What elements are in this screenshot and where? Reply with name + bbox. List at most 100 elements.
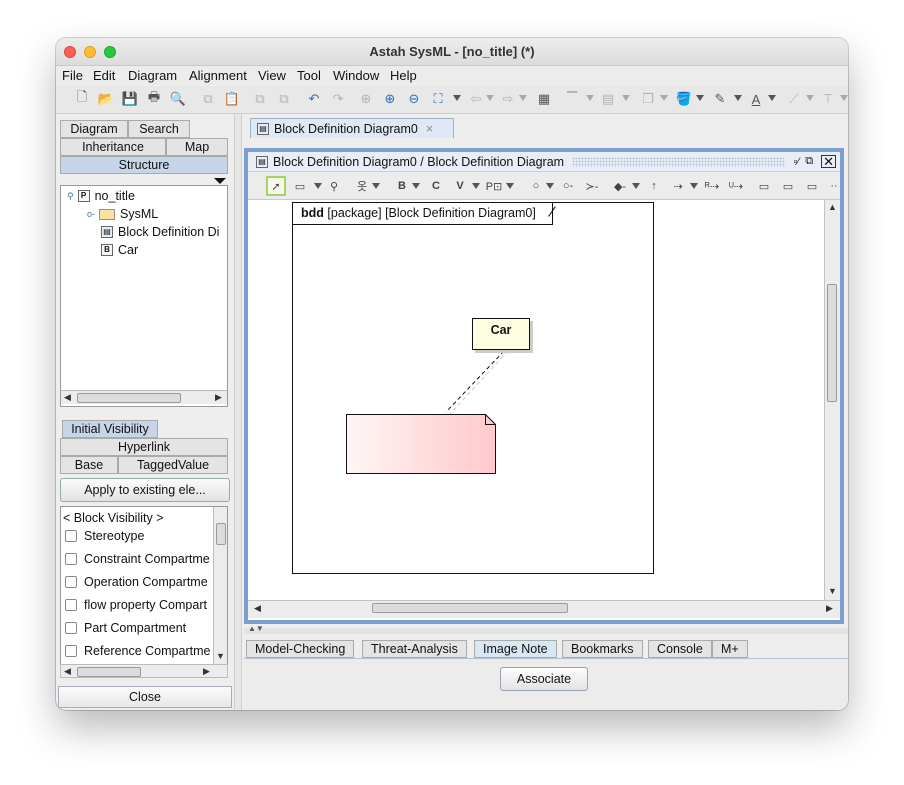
- canvas-vertical-scrollbar[interactable]: ▲ ▼: [824, 200, 840, 600]
- tab-bookmarks[interactable]: Bookmarks: [562, 640, 643, 658]
- line-style-dropdown-icon[interactable]: [806, 95, 814, 101]
- checkbox[interactable]: [65, 599, 77, 611]
- arrange-icon[interactable]: ❐: [638, 89, 658, 109]
- save-icon[interactable]: 💾: [120, 89, 140, 109]
- visibility-vertical-scrollbar[interactable]: ▼: [213, 507, 227, 665]
- more-tools-icon[interactable]: ··: [824, 176, 844, 196]
- vertical-splitter[interactable]: [234, 114, 242, 710]
- composition-dropdown-icon[interactable]: [632, 183, 640, 189]
- align-top-icon[interactable]: ▔: [562, 89, 582, 109]
- scroll-left-icon[interactable]: ◀: [254, 603, 261, 614]
- composition-tool-icon[interactable]: ◆-: [610, 176, 630, 196]
- scroll-thumb[interactable]: [827, 284, 837, 402]
- fit-dropdown-icon[interactable]: [453, 95, 461, 101]
- collapse-handle-icon[interactable]: ⚲: [67, 191, 74, 202]
- checkbox[interactable]: [65, 645, 77, 657]
- tree-node-sysml[interactable]: o- SysML: [87, 206, 158, 222]
- shape-tool-icon[interactable]: ▭: [802, 176, 822, 196]
- visibility-option-part[interactable]: Part Compartment: [65, 619, 186, 637]
- tab-search[interactable]: Search: [128, 120, 190, 138]
- associate-button[interactable]: Associate: [500, 667, 588, 691]
- tab-m-plus[interactable]: M+: [712, 640, 748, 658]
- align-top-dropdown-icon[interactable]: [586, 95, 594, 101]
- constraint-tool-icon[interactable]: C: [426, 176, 446, 196]
- value-type-tool-icon[interactable]: V: [450, 176, 470, 196]
- line-color-dropdown-icon[interactable]: [734, 95, 742, 101]
- checkbox[interactable]: [65, 530, 77, 542]
- scroll-left-icon[interactable]: ◀: [64, 666, 71, 677]
- menu-window[interactable]: Window: [333, 68, 379, 83]
- tab-threat-analysis[interactable]: Threat-Analysis: [362, 640, 467, 658]
- forward-icon[interactable]: ⇨: [498, 89, 518, 109]
- actor-tool-dropdown-icon[interactable]: [372, 183, 380, 189]
- package-tool-icon[interactable]: ▭: [290, 176, 310, 196]
- car-block[interactable]: Car: [472, 318, 530, 350]
- print-icon[interactable]: 🖶: [144, 89, 164, 109]
- menu-help[interactable]: Help: [390, 68, 417, 83]
- apply-existing-button[interactable]: Apply to existing ele...: [60, 478, 230, 502]
- dependency-dropdown-icon[interactable]: [690, 183, 698, 189]
- scroll-thumb[interactable]: [77, 393, 181, 403]
- scroll-down-icon[interactable]: ▼: [828, 586, 837, 596]
- font-color-icon[interactable]: A: [746, 89, 766, 109]
- canvas-horizontal-scrollbar[interactable]: ◀ ▶: [248, 600, 840, 618]
- scroll-thumb[interactable]: [372, 603, 568, 613]
- required-interface-icon[interactable]: ≻-: [582, 176, 602, 196]
- expand-handle-icon[interactable]: o-: [87, 209, 95, 219]
- float-editor-icon[interactable]: ⧉: [805, 155, 813, 168]
- scroll-right-icon[interactable]: ▶: [215, 392, 222, 403]
- scroll-thumb[interactable]: [77, 667, 141, 677]
- back-icon[interactable]: ⇦: [466, 89, 486, 109]
- forward-dropdown-icon[interactable]: [519, 95, 527, 101]
- interface-tool-icon[interactable]: ○: [526, 176, 546, 196]
- note-tool-icon[interactable]: ▭: [754, 176, 774, 196]
- interface-tool-dropdown-icon[interactable]: [546, 183, 554, 189]
- image-note[interactable]: [346, 414, 496, 474]
- close-editor-icon[interactable]: ✕: [821, 155, 836, 168]
- font-color-dropdown-icon[interactable]: [768, 95, 776, 101]
- align-left-icon[interactable]: ▤: [598, 89, 618, 109]
- tree-node-diagram[interactable]: ▤ Block Definition Di: [101, 224, 219, 240]
- dependency-tool-icon[interactable]: ⇢: [668, 176, 688, 196]
- align-left-dropdown-icon[interactable]: [622, 95, 630, 101]
- back-dropdown-icon[interactable]: [486, 95, 494, 101]
- containment-tool-icon[interactable]: ⚲: [324, 176, 344, 196]
- tab-model-checking[interactable]: Model-Checking: [246, 640, 355, 658]
- paste-icon[interactable]: 📋: [222, 89, 242, 109]
- scroll-up-icon[interactable]: ▲: [828, 202, 837, 212]
- tab-inheritance[interactable]: Inheritance: [60, 138, 166, 156]
- redo-icon[interactable]: ↷: [328, 89, 348, 109]
- fill-color-dropdown-icon[interactable]: [696, 95, 704, 101]
- close-icon[interactable]: ×: [426, 122, 433, 136]
- menu-tool[interactable]: Tool: [297, 68, 321, 83]
- menu-diagram[interactable]: Diagram: [128, 68, 177, 83]
- visibility-horizontal-scrollbar[interactable]: ◀ ▶: [60, 664, 228, 678]
- tab-map[interactable]: Map: [166, 138, 228, 156]
- scroll-thumb[interactable]: [216, 523, 226, 545]
- visibility-option-stereotype[interactable]: Stereotype: [65, 527, 144, 545]
- undo-icon[interactable]: ↶: [304, 89, 324, 109]
- print-preview-icon[interactable]: 🔍: [168, 89, 188, 109]
- scroll-right-icon[interactable]: ▶: [826, 603, 833, 614]
- fill-color-icon[interactable]: 🪣: [674, 89, 694, 109]
- scroll-down-icon[interactable]: ▼: [216, 651, 225, 661]
- value-type-tool-dropdown-icon[interactable]: [472, 183, 480, 189]
- zoom-in-icon[interactable]: ⊕: [380, 89, 400, 109]
- select-tool-icon[interactable]: ➚: [266, 176, 286, 196]
- tree-layout-dropdown-icon[interactable]: [840, 95, 848, 101]
- tree-layout-icon[interactable]: ⊤: [818, 89, 838, 109]
- text-tool-icon[interactable]: ▭: [778, 176, 798, 196]
- layout-icon[interactable]: ▦: [534, 89, 554, 109]
- port-tool-icon[interactable]: P⊡: [484, 176, 504, 196]
- tab-console[interactable]: Console: [648, 640, 712, 658]
- tab-hyperlink[interactable]: Hyperlink: [60, 438, 228, 456]
- zoom-icon[interactable]: ⊕: [356, 89, 376, 109]
- scroll-left-icon[interactable]: ◀: [64, 392, 71, 403]
- actor-tool-icon[interactable]: 옷: [352, 176, 372, 196]
- realization-tool-icon[interactable]: ᴿ⇢: [702, 176, 722, 196]
- tab-initial-visibility[interactable]: Initial Visibility: [62, 420, 158, 438]
- tab-base[interactable]: Base: [60, 456, 118, 474]
- scroll-right-icon[interactable]: ▶: [203, 666, 210, 677]
- package-tool-dropdown-icon[interactable]: [314, 183, 322, 189]
- tab-image-note[interactable]: Image Note: [474, 640, 557, 658]
